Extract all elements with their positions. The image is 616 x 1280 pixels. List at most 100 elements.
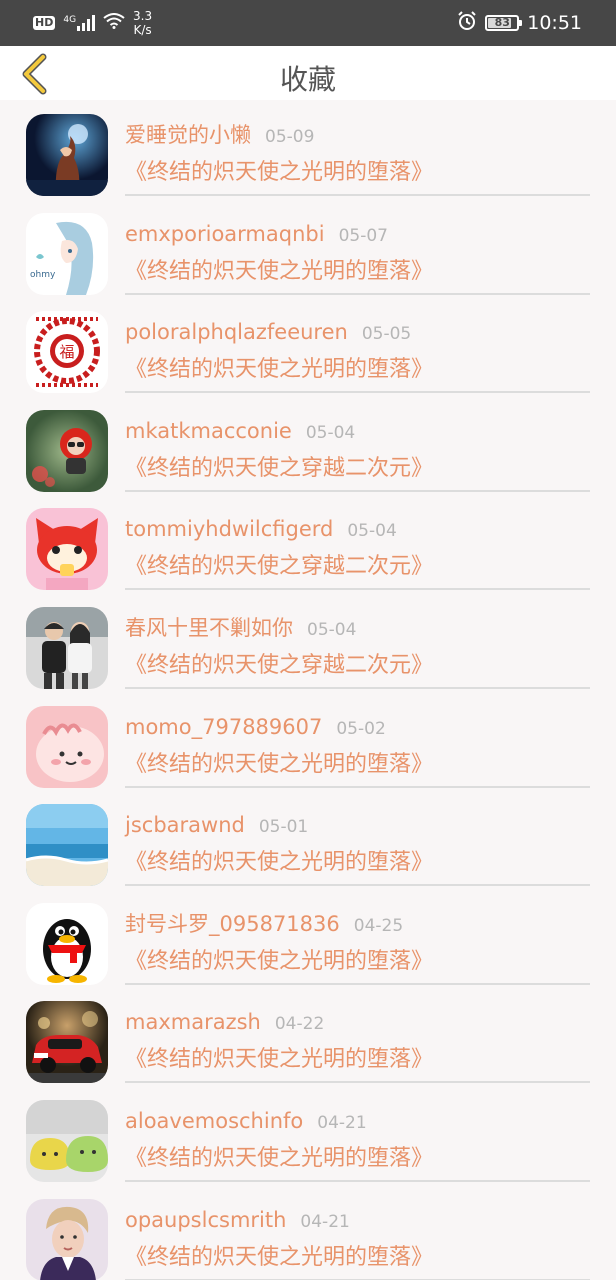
net-speed-unit: K/s [133,23,152,37]
svg-text:ohmy: ohmy [30,270,56,280]
post-date: 04-21 [300,1211,350,1232]
list-item[interactable]: jscbarawnd 05-01 《终结的炽天使之光明的堕落》 [0,794,616,893]
avatar-jelly[interactable] [26,1099,108,1182]
wifi-icon [103,13,125,33]
divider [125,1179,590,1182]
name-line: maxmarazsh 04-22 [125,1009,324,1037]
favorites-list: 爱睡觉的小懒 05-09 《终结的炽天使之光明的堕落》 ohmy emxporio… [0,104,616,1280]
divider [125,194,590,196]
name-line: 封号斗罗_095871836 04-25 [125,911,403,939]
book-title[interactable]: 《终结的炽天使之光明的堕落》 [125,1145,433,1173]
name-line: mkatkmacconie 05-04 [125,418,355,446]
name-line: emxporioarmaqnbi 05-07 [125,221,388,249]
divider [125,982,590,985]
post-date: 05-05 [361,324,412,345]
header: 收藏 [0,46,616,100]
book-title[interactable]: 《终结的炽天使之光明的堕落》 [125,751,433,779]
avatar-beach[interactable] [26,804,108,887]
list-item[interactable]: 爱睡觉的小懒 05-09 《终结的炽天使之光明的堕落》 [0,104,616,203]
post-date: 05-02 [336,718,386,739]
avatar-young-man[interactable] [26,1198,108,1280]
divider [125,884,590,887]
list-item[interactable]: 春风十里不剿如你 05-04 《终结的炽天使之穿越二次元》 [0,597,616,696]
post-date: 05-01 [258,817,309,838]
list-item[interactable]: opaupslcsmrith 04-21 《终结的炽天使之光明的堕落》 [0,1189,616,1280]
list-item[interactable]: 封号斗罗_095871836 04-25 《终结的炽天使之光明的堕落》 [0,893,616,992]
clock: 10:51 [527,12,582,34]
name-line: jscbarawnd 05-01 [125,812,308,840]
user-name[interactable]: poloralphqlazfeeuren [125,320,348,344]
user-name[interactable]: maxmarazsh [125,1010,261,1034]
page-title: 收藏 [279,63,336,96]
post-date: 05-07 [338,225,388,246]
name-line: momo_797889607 05-02 [125,714,386,742]
name-line: 春风十里不剿如你 05-04 [125,615,356,643]
user-name[interactable]: opaupslcsmrith [125,1208,286,1232]
book-title[interactable]: 《终结的炽天使之光明的堕落》 [125,1046,433,1074]
net-speed: 3.3 K/s [133,9,152,37]
user-name[interactable]: emxporioarmaqnbi [125,222,325,246]
name-line: tommiyhdwilcfigerd 05-04 [125,516,397,544]
divider [125,489,590,492]
user-name[interactable]: aloavemoschinfo [125,1109,303,1133]
network-type: 4G [63,15,77,25]
post-date: 05-09 [265,127,315,147]
divider [125,391,590,394]
user-name[interactable]: momo_797889607 [125,715,322,739]
status-right: 83 10:51 [457,8,582,38]
user-name[interactable]: 封号斗罗_095871836 [125,912,340,936]
avatar-night-girl[interactable] [26,114,108,196]
user-name[interactable]: 爱睡觉的小懒 [125,123,251,147]
book-title[interactable]: 《终结的炽天使之穿越二次元》 [125,652,433,680]
name-line: 爱睡觉的小懒 05-09 [125,122,314,150]
net-speed-value: 3.3 [133,9,153,23]
list-item[interactable]: momo_797889607 05-02 《终结的炽天使之光明的堕落》 [0,696,616,795]
post-date: 05-04 [347,521,397,542]
name-line: aloavemoschinfo 04-21 [125,1108,367,1136]
avatar-couple[interactable] [26,606,108,689]
book-title[interactable]: 《终结的炽天使之光明的堕落》 [125,159,433,187]
book-title[interactable]: 《终结的炽天使之光明的堕落》 [125,356,433,384]
avatar-red-fox[interactable] [26,508,108,591]
divider [125,1081,590,1084]
battery-percent: 83 [494,16,510,29]
status-left: HD 4G 3.3 K/s [33,8,152,38]
list-item[interactable]: ohmy emxporioarmaqnbi 05-07 《终结的炽天使之光明的堕落… [0,203,616,302]
avatar-anime-girl[interactable]: ohmy [26,212,108,295]
alarm-icon [457,11,477,35]
user-name[interactable]: jscbarawnd [125,813,245,837]
user-name[interactable]: tommiyhdwilcfigerd [125,517,333,541]
hd-badge: HD [33,16,56,30]
post-date: 05-04 [305,422,356,443]
book-title[interactable]: 《终结的炽天使之光明的堕落》 [125,948,433,976]
post-date: 04-21 [317,1112,367,1133]
list-item[interactable]: maxmarazsh 04-22 《终结的炽天使之光明的堕落》 [0,991,616,1090]
book-title[interactable]: 《终结的炽天使之穿越二次元》 [125,553,433,581]
avatar-qq-penguin[interactable] [26,902,108,985]
avatar-apple-figure[interactable] [26,409,108,492]
svg-text:福: 福 [59,343,74,361]
post-date: 04-25 [353,915,404,936]
book-title[interactable]: 《终结的炽天使之光明的堕落》 [125,1244,433,1272]
book-title[interactable]: 《终结的炽天使之光明的堕落》 [125,849,433,877]
list-item[interactable]: 福 poloralphqlazfeeuren 05-05 《终结的炽天使之光明的堕… [0,301,616,400]
divider [125,588,590,591]
divider [125,292,590,295]
name-line: poloralphqlazfeeuren 05-05 [125,319,411,347]
user-name[interactable]: mkatkmacconie [125,419,292,443]
avatar-pink-blob[interactable] [26,705,108,788]
battery-icon: 83 [485,15,523,31]
name-line: opaupslcsmrith 04-21 [125,1207,350,1235]
post-date: 04-22 [274,1014,325,1035]
avatar-fu-papercut[interactable]: 福 [26,311,108,394]
list-item[interactable]: aloavemoschinfo 04-21 《终结的炽天使之光明的堕落》 [0,1090,616,1189]
post-date: 05-04 [307,619,357,640]
book-title[interactable]: 《终结的炽天使之光明的堕落》 [125,258,433,286]
user-name[interactable]: 春风十里不剿如你 [125,616,293,640]
list-item[interactable]: mkatkmacconie 05-04 《终结的炽天使之穿越二次元》 [0,400,616,499]
avatar-red-car[interactable] [26,1001,108,1084]
signal-icon: 4G [63,15,96,31]
list-item[interactable]: tommiyhdwilcfigerd 05-04 《终结的炽天使之穿越二次元》 [0,498,616,597]
book-title[interactable]: 《终结的炽天使之穿越二次元》 [125,455,433,483]
status-bar: HD 4G 3.3 K/s 83 10:51 [0,0,616,46]
